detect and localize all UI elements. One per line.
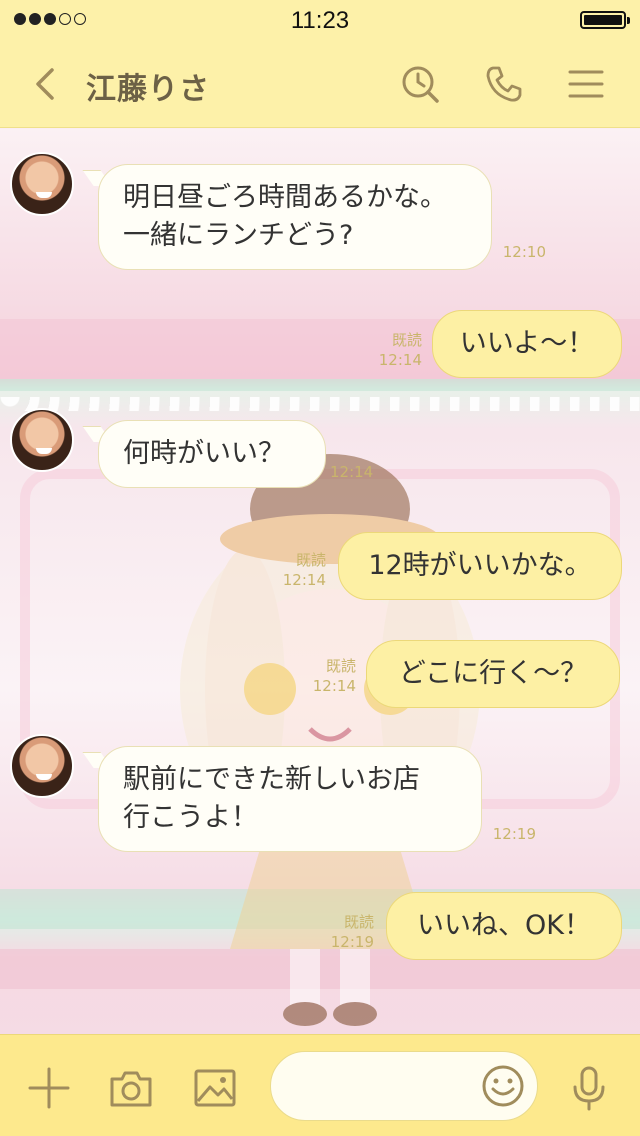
message-time: 12:14 [330,463,374,481]
chat-header: 江藤りさ [0,40,640,128]
status-time: 11:23 [290,7,350,34]
message-input[interactable] [270,1051,538,1121]
message-time: 12:19 [492,825,536,843]
emoji-icon[interactable] [481,1064,525,1108]
message-text: 駅前にできた新しいお店 [123,764,420,795]
message-bubble-received[interactable]: 駅前にできた新しいお店 行こうよ！ [98,746,482,852]
read-receipt: 既読 12:19 [330,913,374,951]
message-bubble-received[interactable]: 明日昼ごろ時間あるかな。 一緒にランチどう? [98,164,492,270]
search-history-icon[interactable] [400,64,440,104]
phone-icon[interactable] [484,64,524,104]
message-bubble-sent[interactable]: いいよ〜！ [432,310,622,378]
avatar[interactable] [10,408,74,472]
message-time: 12:10 [502,243,546,261]
read-receipt: 既読 12:14 [378,331,422,369]
microphone-icon[interactable] [566,1065,612,1111]
message-bubble-received[interactable]: 何時がいい？ [98,420,326,488]
avatar[interactable] [10,734,74,798]
message-bubble-sent[interactable]: いいね、OK！ [386,892,622,960]
back-icon[interactable] [28,64,64,104]
message-bubble-sent[interactable]: 12時がいいかな。 [338,532,622,600]
avatar[interactable] [10,152,74,216]
message-bubble-sent[interactable]: どこに行く〜？ [366,640,620,708]
status-bar: 11:23 [0,0,640,40]
plus-icon[interactable] [26,1065,72,1111]
image-icon[interactable] [192,1065,238,1111]
message-text: 一緒にランチどう? [123,220,354,251]
menu-icon[interactable] [566,64,606,104]
battery-icon [580,11,630,29]
message-text: 行こうよ！ [123,802,258,833]
message-text: 明日昼ごろ時間あるかな。 [123,182,447,213]
read-receipt: 既読 12:14 [282,551,326,589]
chat-title: 江藤りさ [86,72,210,107]
camera-icon[interactable] [108,1065,154,1111]
message-input-bar [0,1034,640,1136]
read-receipt: 既読 12:14 [312,657,356,695]
